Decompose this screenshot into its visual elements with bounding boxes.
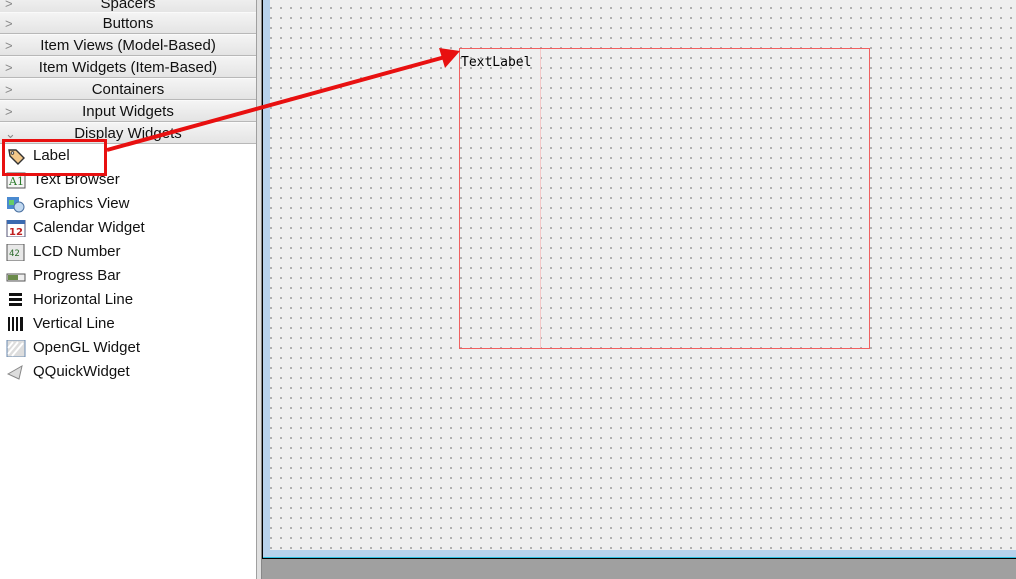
widget-item-opengl[interactable]: OpenGL Widget: [0, 336, 256, 360]
widget-box: > Spacers > Buttons > Item Views (Model-Bas…: [0, 0, 257, 579]
chevron-right-icon: >: [5, 16, 13, 31]
lcd-number-icon: 42: [6, 244, 25, 261]
horizontal-line-icon: [9, 293, 22, 306]
label-text: TextLabel: [461, 55, 532, 70]
svg-text:12: 12: [9, 227, 23, 237]
category-label: Buttons: [102, 15, 154, 32]
qquick-icon: [6, 364, 23, 380]
item-label: Calendar Widget: [33, 219, 145, 236]
highlight-box: [2, 139, 107, 176]
category-buttons[interactable]: > Buttons: [0, 12, 256, 34]
label-guide-line: [540, 49, 541, 348]
category-label: Item Views (Model-Based): [40, 37, 216, 54]
widget-item-horizontal-line[interactable]: Horizontal Line: [0, 288, 256, 312]
chevron-right-icon: >: [5, 104, 13, 119]
item-label: LCD Number: [33, 243, 121, 260]
widget-item-vertical-line[interactable]: Vertical Line: [0, 312, 256, 336]
mdi-background: [262, 559, 1016, 579]
calendar-icon: 12: [6, 220, 26, 237]
vertical-line-icon: [8, 317, 23, 331]
label-widget[interactable]: TextLabel: [459, 48, 870, 349]
category-item-views[interactable]: > Item Views (Model-Based): [0, 34, 256, 56]
category-label: Containers: [91, 81, 165, 98]
widget-item-calendar[interactable]: 12 Calendar Widget: [0, 216, 256, 240]
graphics-view-icon: [7, 197, 25, 213]
widget-item-progress-bar[interactable]: Progress Bar: [0, 264, 256, 288]
item-label: Graphics View: [33, 195, 130, 212]
opengl-icon: [6, 340, 26, 357]
category-containers[interactable]: > Containers: [0, 78, 256, 100]
chevron-right-icon: >: [5, 60, 13, 75]
category-label: Item Widgets (Item-Based): [38, 59, 218, 76]
widget-item-qquickwidget[interactable]: QQuickWidget: [0, 360, 256, 384]
item-label: Vertical Line: [33, 315, 115, 332]
category-label: Input Widgets: [82, 103, 174, 120]
progress-bar-icon: [6, 273, 26, 282]
category-label: Spacers: [100, 0, 156, 12]
item-label: Progress Bar: [33, 267, 121, 284]
category-item-widgets[interactable]: > Item Widgets (Item-Based): [0, 56, 256, 78]
item-label: QQuickWidget: [33, 363, 130, 380]
svg-text:A1: A1: [8, 175, 24, 188]
widget-item-lcd-number[interactable]: 42 LCD Number: [0, 240, 256, 264]
item-label: Horizontal Line: [33, 291, 134, 308]
category-input-widgets[interactable]: > Input Widgets: [0, 100, 256, 122]
widget-item-graphics-view[interactable]: Graphics View: [0, 192, 256, 216]
svg-text:42: 42: [9, 249, 20, 259]
chevron-right-icon: >: [5, 38, 13, 53]
item-label: OpenGL Widget: [33, 339, 140, 356]
chevron-right-icon: >: [5, 82, 13, 97]
